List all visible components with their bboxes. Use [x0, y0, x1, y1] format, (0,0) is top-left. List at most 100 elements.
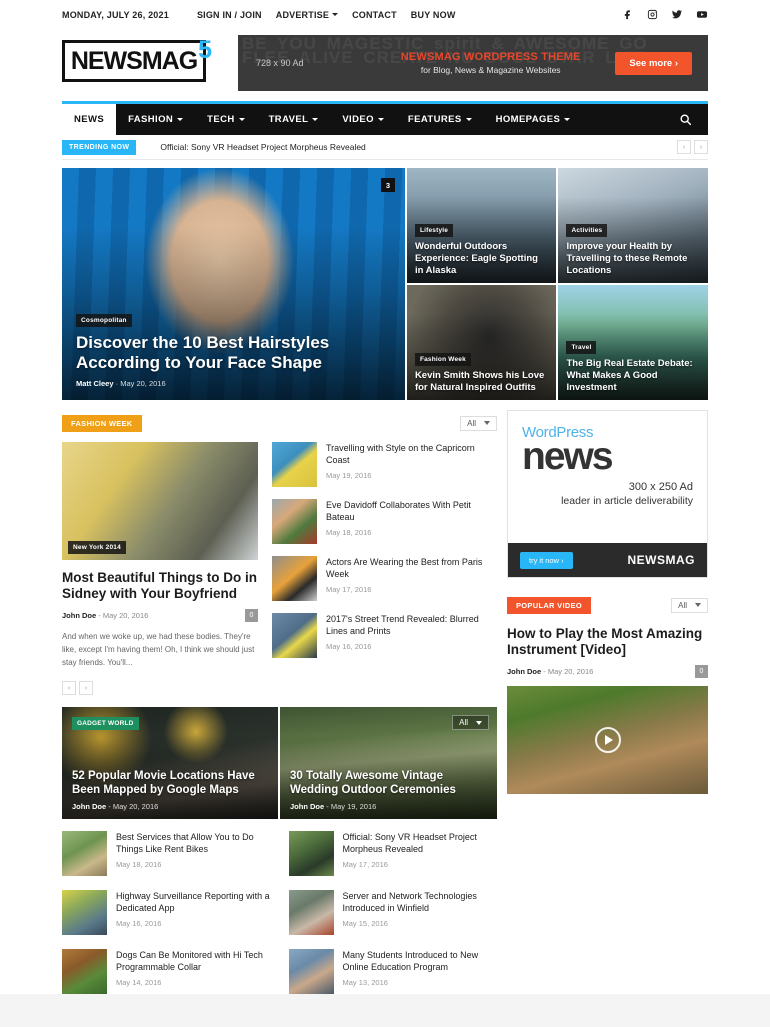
nav-item-fashion[interactable]: FASHION: [116, 104, 195, 135]
youtube-icon[interactable]: [696, 9, 708, 20]
list-item-thumb: [272, 442, 317, 487]
hero-category-badge[interactable]: Cosmopolitan: [76, 314, 132, 327]
hero-card-title[interactable]: Wonderful Outdoors Experience: Eagle Spo…: [415, 241, 549, 277]
gadget-world-cards: GADGET WORLD 52 Popular Movie Locations …: [62, 707, 497, 819]
trending-headline[interactable]: Official: Sony VR Headset Project Morphe…: [160, 142, 365, 152]
gadget-card-title[interactable]: 30 Totally Awesome Vintage Wedding Outdo…: [290, 769, 487, 797]
nav-item-features[interactable]: FEATURES: [396, 104, 484, 135]
hero-card-title[interactable]: The Big Real Estate Debate: What Makes A…: [566, 358, 700, 394]
popular-video-date: May 20, 2016: [547, 667, 594, 676]
instagram-icon[interactable]: [647, 9, 658, 20]
popular-video-title[interactable]: How to Play the Most Amazing Instrument …: [507, 626, 708, 658]
carousel-next-button[interactable]: ›: [79, 681, 93, 695]
feature-comment-count[interactable]: 0: [245, 609, 258, 622]
top-link-advertise[interactable]: ADVERTISE: [276, 10, 339, 20]
list-item[interactable]: Eve Davidoff Collaborates With Petit Bat…: [272, 499, 497, 544]
hero-category-badge[interactable]: Activities: [566, 224, 608, 237]
gadget-world-badge[interactable]: GADGET WORLD: [72, 717, 139, 730]
ad-see-more-button[interactable]: See more ›: [615, 51, 692, 75]
gadget-card-author[interactable]: John Doe: [290, 802, 324, 811]
list-item-date: May 16, 2016: [326, 642, 372, 651]
hero-main-title[interactable]: Discover the 10 Best Hairstyles Accordin…: [76, 333, 391, 373]
list-item[interactable]: Travelling with Style on the Capricorn C…: [272, 442, 497, 487]
gadget-card-wedding[interactable]: All 30 Totally Awesome Vintage Wedding O…: [280, 707, 497, 819]
list-item-title[interactable]: Official: Sony VR Headset Project Morphe…: [343, 831, 498, 855]
hero-card-caption: Travel The Big Real Estate Debate: What …: [566, 336, 700, 394]
popular-video-thumbnail[interactable]: [507, 686, 708, 794]
feature-category-badge[interactable]: New York 2014: [68, 541, 126, 554]
list-item-thumb: [288, 949, 334, 994]
list-item-title[interactable]: 2017's Street Trend Revealed: Blurred Li…: [326, 613, 497, 637]
hero-author[interactable]: Matt Cleey: [76, 379, 114, 388]
gadget-world-filter-dropdown[interactable]: All: [452, 715, 489, 730]
hero-card-realestate[interactable]: Travel The Big Real Estate Debate: What …: [558, 285, 708, 400]
chevron-down-icon: [476, 720, 482, 725]
fashion-week-badge[interactable]: FASHION WEEK: [62, 414, 142, 432]
hero-category-badge[interactable]: Lifestyle: [414, 224, 454, 237]
list-item-title[interactable]: Highway Surveillance Reporting with a De…: [116, 890, 271, 914]
sidebar-ad[interactable]: WordPress news 300 x 250 Ad leader in ar…: [507, 410, 708, 578]
site-logo[interactable]: NEWSMAG 5: [62, 36, 212, 86]
list-item-title[interactable]: Eve Davidoff Collaborates With Petit Bat…: [326, 499, 497, 523]
feature-title[interactable]: Most Beautiful Things to Do in Sidney wi…: [62, 570, 258, 602]
hero-category-badge[interactable]: Travel: [566, 341, 597, 354]
hero-main-card[interactable]: 3 Cosmopolitan Discover the 10 Best Hair…: [62, 168, 405, 400]
list-item-title[interactable]: Best Services that Allow You to Do Thing…: [116, 831, 271, 855]
hero-card-remote[interactable]: Activities Improve your Health by Travel…: [558, 168, 708, 283]
list-item[interactable]: Many Students Introduced to New Online E…: [288, 949, 498, 994]
trending-next-button[interactable]: ›: [694, 140, 708, 154]
facebook-icon[interactable]: [623, 9, 634, 20]
hero-card-title[interactable]: Kevin Smith Shows his Love for Natural I…: [415, 370, 549, 394]
popular-video-meta: John Doe - May 20, 2016 0: [507, 665, 708, 678]
list-item-title[interactable]: Actors Are Wearing the Best from Paris W…: [326, 556, 497, 580]
gadget-card-author[interactable]: John Doe: [72, 802, 106, 811]
list-item-title[interactable]: Travelling with Style on the Capricorn C…: [326, 442, 497, 466]
gadget-list-right: Official: Sony VR Headset Project Morphe…: [288, 831, 498, 994]
nav-item-homepages[interactable]: HOMEPAGES: [484, 104, 583, 135]
hero-card-alaska[interactable]: Lifestyle Wonderful Outdoors Experience:…: [406, 168, 557, 283]
fashion-week-filter-dropdown[interactable]: All: [460, 415, 497, 431]
carousel-prev-button[interactable]: ‹: [62, 681, 76, 695]
gadget-card-movies[interactable]: GADGET WORLD 52 Popular Movie Locations …: [62, 707, 278, 819]
hero-card-title[interactable]: Improve your Health by Travelling to the…: [566, 241, 700, 277]
sidebar-ad-news: news: [522, 435, 614, 478]
trending-prev-button[interactable]: ‹: [677, 140, 691, 154]
top-link-contact[interactable]: CONTACT: [352, 10, 397, 20]
popular-video-filter-dropdown[interactable]: All: [671, 597, 708, 613]
feature-excerpt: And when we woke up, we had these bodies…: [62, 632, 255, 667]
list-item[interactable]: 2017's Street Trend Revealed: Blurred Li…: [272, 613, 497, 658]
feature-photo[interactable]: New York 2014: [62, 442, 258, 560]
hero-category-badge[interactable]: Fashion week: [414, 353, 471, 366]
list-item-title[interactable]: Server and Network Technologies Introduc…: [343, 890, 498, 914]
gadget-card-title[interactable]: 52 Popular Movie Locations Have Been Map…: [72, 769, 268, 797]
twitter-icon[interactable]: [671, 9, 683, 20]
feature-author[interactable]: John Doe: [62, 611, 96, 620]
nav-item-travel[interactable]: TRAVEL: [257, 104, 331, 135]
list-item-title[interactable]: Dogs Can Be Monitored with Hi Tech Progr…: [116, 949, 271, 973]
chevron-down-icon: [238, 118, 245, 121]
search-icon[interactable]: [663, 104, 708, 135]
list-item[interactable]: Highway Surveillance Reporting with a De…: [62, 890, 271, 935]
sidebar-ad-footer: try it now › NEWSMAG: [508, 543, 707, 577]
sidebar-ad-try-button[interactable]: try it now ›: [520, 551, 573, 569]
popular-video-comment-count[interactable]: 0: [695, 665, 708, 678]
top-link-buynow[interactable]: BUY NOW: [411, 10, 456, 20]
popular-video-author[interactable]: John Doe: [507, 667, 541, 676]
list-item[interactable]: Official: Sony VR Headset Project Morphe…: [288, 831, 498, 876]
list-item[interactable]: Dogs Can Be Monitored with Hi Tech Progr…: [62, 949, 271, 994]
popular-video-badge[interactable]: POPULAR VIDEO: [507, 596, 591, 614]
list-item-title[interactable]: Many Students Introduced to New Online E…: [343, 949, 498, 973]
leaderboard-ad[interactable]: BE YOU MAGESTIC spirit & AWESOME GO FLEE…: [238, 35, 708, 91]
hero-card-outfits[interactable]: Fashion week Kevin Smith Shows his Love …: [406, 285, 557, 400]
list-item[interactable]: Best Services that Allow You to Do Thing…: [62, 831, 271, 876]
nav-item-video[interactable]: VIDEO: [330, 104, 396, 135]
list-item[interactable]: Server and Network Technologies Introduc…: [288, 890, 498, 935]
hero-grid: Lifestyle Wonderful Outdoors Experience:…: [406, 168, 708, 400]
nav-item-news[interactable]: NEWS: [62, 104, 117, 135]
play-icon[interactable]: [594, 727, 621, 753]
site-header: NEWSMAG 5 BE YOU MAGESTIC spirit & AWESO…: [0, 29, 770, 101]
nav-item-tech[interactable]: TECH: [195, 104, 256, 135]
list-item[interactable]: Actors Are Wearing the Best from Paris W…: [272, 556, 497, 601]
top-link-signin[interactable]: SIGN IN / JOIN: [197, 10, 262, 20]
gadget-card-date: May 19, 2016: [330, 802, 377, 811]
